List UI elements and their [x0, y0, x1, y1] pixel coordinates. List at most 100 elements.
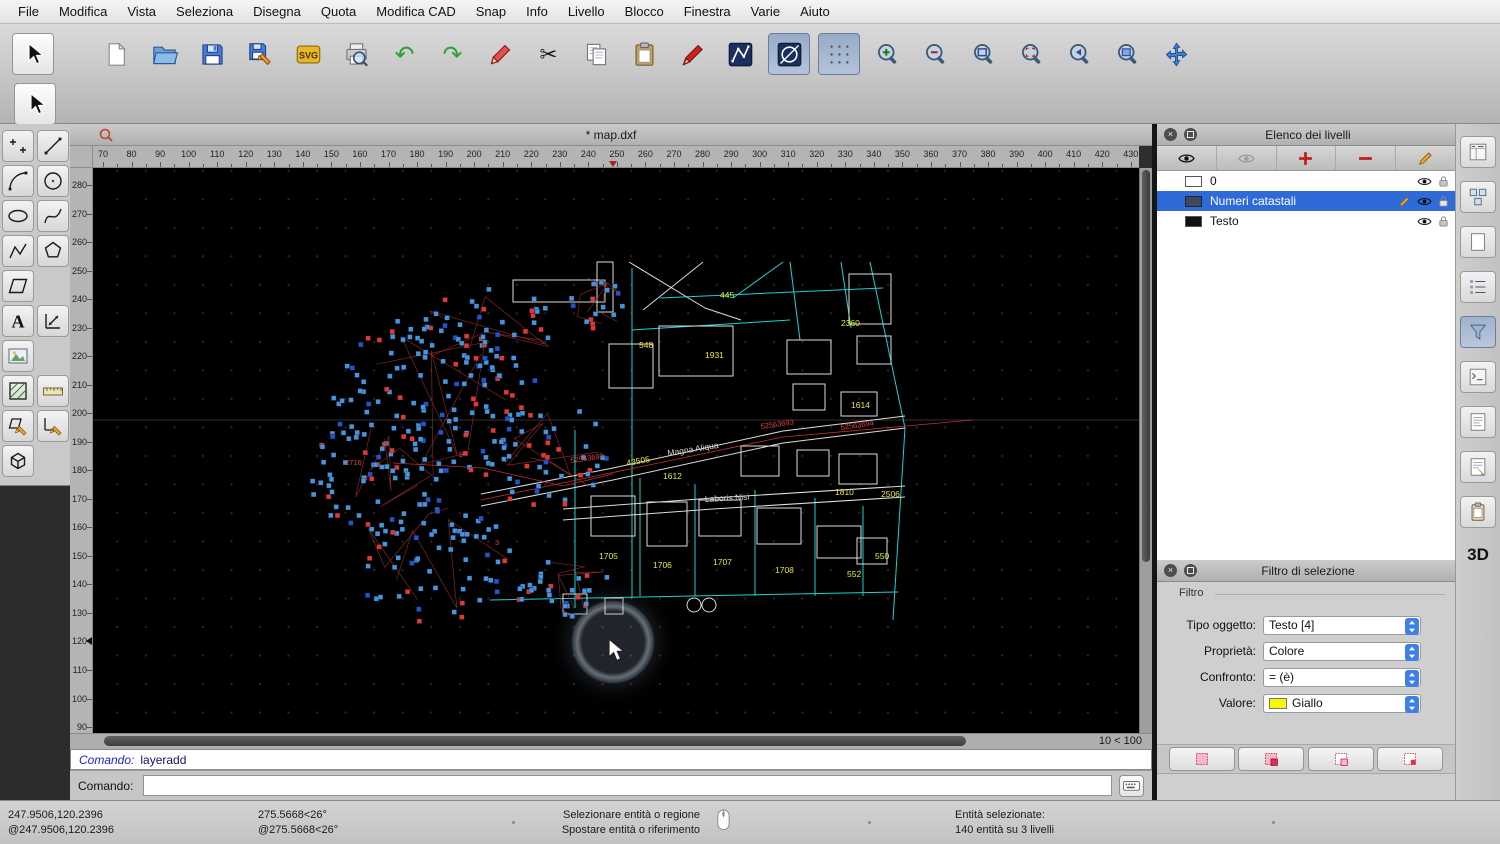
layer-row-numeri-catastali[interactable]: Numeri catastali: [1157, 191, 1455, 211]
view-list-panel-button[interactable]: [1460, 271, 1496, 303]
layer-edit-pencil-icon[interactable]: [1398, 195, 1411, 208]
script-panel-panel-button[interactable]: [1460, 406, 1496, 438]
filter-propriet-dropdown[interactable]: Colore: [1263, 642, 1421, 661]
zoom-auto-button[interactable]: [964, 34, 1004, 74]
detach-layer-panel-button[interactable]: [1184, 128, 1197, 141]
circle-tools-button[interactable]: [37, 165, 69, 197]
edit-dimension-tools-button[interactable]: [37, 410, 69, 442]
svg-export-button[interactable]: SVG: [288, 34, 328, 74]
grid-toggle-button[interactable]: [818, 33, 860, 75]
layer-lock-icon[interactable]: [1438, 175, 1449, 188]
add-layer-button[interactable]: [1277, 146, 1337, 170]
highlight-pen-button[interactable]: [672, 34, 712, 74]
selection-filter-panel-button[interactable]: [1460, 316, 1496, 348]
layer-visibility-icon[interactable]: [1417, 176, 1432, 187]
filter-confronto-dropdown[interactable]: = (è): [1263, 668, 1421, 687]
modify-tools-button[interactable]: [2, 410, 34, 442]
command-keyboard-button[interactable]: [1119, 775, 1144, 797]
layer-visibility-icon[interactable]: [1417, 196, 1432, 207]
menu-blocco[interactable]: Blocco: [615, 0, 674, 24]
menu-finestra[interactable]: Finestra: [674, 0, 741, 24]
close-filter-panel-button[interactable]: ×: [1164, 564, 1177, 577]
show-all-layers-button[interactable]: [1157, 146, 1217, 170]
block-list-panel-button[interactable]: [1460, 181, 1496, 213]
vertical-scrollbar-thumb[interactable]: [1142, 170, 1150, 562]
menu-info[interactable]: Info: [516, 0, 558, 24]
line-tools-button[interactable]: [37, 130, 69, 162]
menu-seleziona[interactable]: Seleziona: [166, 0, 243, 24]
zoom-previous-button[interactable]: [1060, 34, 1100, 74]
layer-lock-icon[interactable]: [1438, 215, 1449, 228]
measure-tool-button[interactable]: [37, 375, 69, 407]
notes-panel-panel-button[interactable]: [1460, 451, 1496, 483]
menu-modifica-cad[interactable]: Modifica CAD: [366, 0, 465, 24]
menu-disegna[interactable]: Disegna: [243, 0, 311, 24]
ellipse-tools-button[interactable]: [2, 200, 34, 232]
menu-vista[interactable]: Vista: [117, 0, 166, 24]
sheet-view-panel-button[interactable]: [1460, 226, 1496, 258]
command-input[interactable]: [143, 775, 1112, 796]
horizontal-scrollbar[interactable]: 10 < 100: [70, 733, 1152, 749]
plane-tools-button[interactable]: [2, 270, 34, 302]
detach-filter-panel-button[interactable]: [1184, 564, 1197, 577]
spline-tools-button[interactable]: [37, 200, 69, 232]
filter-valore-dropdown[interactable]: Giallo: [1263, 694, 1421, 713]
redo-button[interactable]: ↷: [432, 34, 472, 74]
copy-button[interactable]: [576, 34, 616, 74]
layer-row-0[interactable]: 0: [1157, 171, 1455, 191]
remove-layer-button[interactable]: [1336, 146, 1396, 170]
arc-tools-button[interactable]: [2, 165, 34, 197]
horizontal-scrollbar-thumb[interactable]: [104, 736, 966, 746]
hatch-tool-button[interactable]: [2, 375, 34, 407]
point-tools-button[interactable]: [2, 130, 34, 162]
paste-button[interactable]: [624, 34, 664, 74]
zoom-in-button[interactable]: [868, 34, 908, 74]
draw-pen-button[interactable]: [480, 34, 520, 74]
polygon-tools-button[interactable]: [37, 235, 69, 267]
close-layer-panel-button[interactable]: ×: [1164, 128, 1177, 141]
filter-group-label: Filtro: [1179, 587, 1203, 599]
menu-modifica[interactable]: Modifica: [49, 0, 117, 24]
save-file-button[interactable]: [192, 34, 232, 74]
zoom-out-button[interactable]: [916, 34, 956, 74]
undo-button[interactable]: ↶: [384, 34, 424, 74]
property-editor-panel-button[interactable]: [1460, 136, 1496, 168]
solid-tools-button[interactable]: [2, 445, 34, 477]
filter-add-to-selection-button[interactable]: [1238, 747, 1304, 771]
print-preview-button[interactable]: [336, 34, 376, 74]
command-options-panel-button[interactable]: [1460, 361, 1496, 393]
save-as-button[interactable]: [240, 34, 280, 74]
drawing-canvas[interactable]: 4452360548193116144350516121810250617051…: [93, 168, 1139, 733]
filter-tipo-oggetto-dropdown[interactable]: Testo [4]: [1263, 616, 1421, 635]
zoom-selection-button[interactable]: [1012, 34, 1052, 74]
polyline-tools-button[interactable]: [2, 235, 34, 267]
menu-varie[interactable]: Varie: [741, 0, 790, 24]
layer-row-testo[interactable]: Testo: [1157, 211, 1455, 231]
filter-intersect-selection-button[interactable]: [1377, 747, 1443, 771]
layer-visibility-icon[interactable]: [1417, 216, 1432, 227]
edit-layer-button[interactable]: [1396, 146, 1455, 170]
filter-remove-from-selection-button[interactable]: [1308, 747, 1374, 771]
menu-livello[interactable]: Livello: [558, 0, 615, 24]
menu-file[interactable]: File: [8, 0, 49, 24]
menu-quota[interactable]: Quota: [311, 0, 366, 24]
text-tool-button[interactable]: A: [2, 305, 34, 337]
dimension-tools-button[interactable]: [37, 305, 69, 337]
menu-snap[interactable]: Snap: [466, 0, 516, 24]
pan-view-button[interactable]: [1156, 34, 1196, 74]
menu-aiuto[interactable]: Aiuto: [790, 0, 840, 24]
layer-lock-icon[interactable]: [1438, 195, 1449, 208]
filter-select-button[interactable]: [1169, 747, 1235, 771]
circle-tool-button[interactable]: [768, 33, 810, 75]
new-file-button[interactable]: [96, 34, 136, 74]
polyline-tool-button[interactable]: [720, 34, 760, 74]
zoom-window-button[interactable]: [1108, 34, 1148, 74]
hide-all-layers-button[interactable]: [1217, 146, 1277, 170]
selection-pointer-button[interactable]: [14, 83, 56, 125]
open-file-button[interactable]: [144, 34, 184, 74]
selection-pointer-button[interactable]: [12, 33, 54, 75]
cut-button[interactable]: ✂: [528, 34, 568, 74]
clipboard-panel-panel-button[interactable]: [1460, 496, 1496, 528]
image-tool-button[interactable]: [2, 340, 34, 372]
vertical-scrollbar[interactable]: [1139, 168, 1152, 733]
